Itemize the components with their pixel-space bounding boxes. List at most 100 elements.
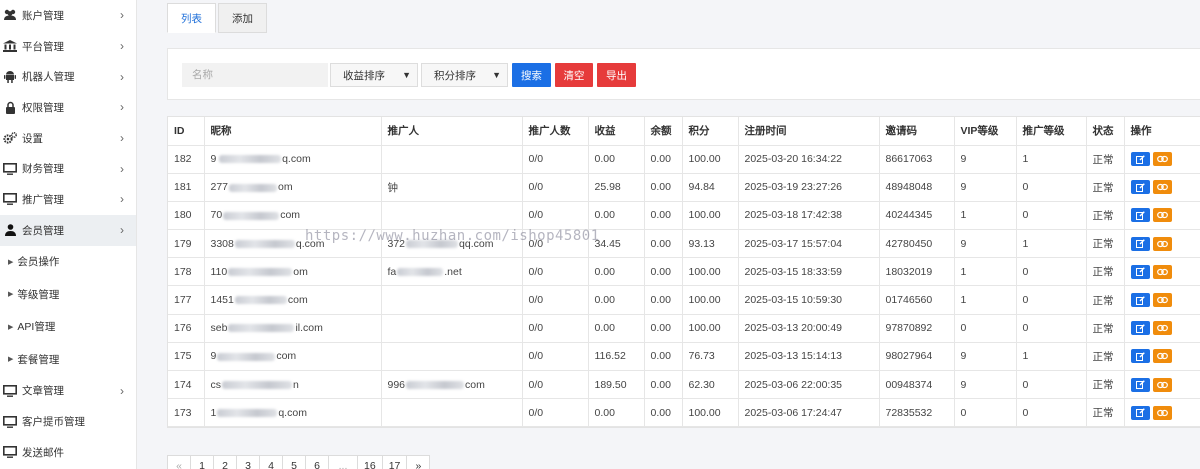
sidebar-item[interactable]: 权限管理 › xyxy=(0,92,136,123)
edit-button[interactable] xyxy=(1130,405,1150,420)
page-button[interactable]: 17 xyxy=(381,455,408,469)
edit-button[interactable] xyxy=(1130,236,1150,251)
link-button[interactable] xyxy=(1152,208,1172,223)
sidebar-item[interactable]: 财务管理 › xyxy=(0,153,136,184)
export-button[interactable]: 导出 xyxy=(597,63,636,87)
redacted-blur xyxy=(234,239,295,248)
edit-button[interactable] xyxy=(1130,152,1150,167)
link-button[interactable] xyxy=(1152,321,1172,336)
vip-level-cell: 1 xyxy=(953,257,1017,287)
edit-icon xyxy=(1135,239,1145,249)
nickname-cell: 9 q.com xyxy=(203,144,382,174)
edit-button[interactable] xyxy=(1130,208,1150,223)
sidebar-item[interactable]: 推广管理 › xyxy=(0,184,136,215)
edit-icon xyxy=(1135,182,1145,192)
balance-cell: 0.00 xyxy=(643,369,683,400)
link-button[interactable] xyxy=(1152,180,1172,195)
clear-button[interactable]: 清空 xyxy=(555,63,593,87)
link-button[interactable] xyxy=(1152,377,1172,392)
register-time-cell: 2025-03-15 18:33:59 xyxy=(737,257,880,287)
points-sort-select[interactable]: 积分排序 ▼ xyxy=(421,63,508,87)
nickname-prefix: 1451 xyxy=(210,294,234,307)
edit-button[interactable] xyxy=(1130,264,1150,279)
tab-list[interactable]: 列表 xyxy=(167,3,216,33)
invite-code-cell: 97870892 xyxy=(878,313,955,343)
actions-cell xyxy=(1123,285,1200,315)
income-cell: 116.52 xyxy=(587,341,645,372)
income-sort-label: 收益排序 xyxy=(343,69,385,82)
edit-icon xyxy=(1135,380,1145,390)
page-button[interactable]: ... xyxy=(328,455,358,469)
referrer-prefix: fa xyxy=(387,265,397,278)
sidebar-item-label: 账户管理 xyxy=(22,9,64,22)
points-cell: 100.00 xyxy=(681,257,739,287)
sidebar-sub-item[interactable]: ▶ 套餐管理 xyxy=(0,343,136,376)
invite-code-cell: 48948048 xyxy=(878,172,955,202)
sidebar-item[interactable]: 设置 › xyxy=(0,123,136,154)
points-cell: 100.00 xyxy=(681,200,739,231)
tab-add[interactable]: 添加 xyxy=(218,3,267,33)
actions-cell xyxy=(1123,172,1200,202)
sidebar-item[interactable]: 发送邮件 xyxy=(0,437,136,468)
link-button[interactable] xyxy=(1152,405,1172,420)
page-button[interactable]: 1 xyxy=(190,455,214,469)
actions-cell xyxy=(1123,369,1200,400)
id-cell: 173 xyxy=(168,398,205,428)
bank-icon xyxy=(3,39,17,53)
page-button[interactable]: 2 xyxy=(213,455,237,469)
vip-level-cell: 1 xyxy=(953,200,1017,231)
income-sort-select[interactable]: 收益排序 ▼ xyxy=(330,63,418,87)
link-button[interactable] xyxy=(1152,152,1172,167)
edit-button[interactable] xyxy=(1130,349,1150,364)
link-icon xyxy=(1156,184,1168,191)
sidebar-item[interactable]: 客户提币管理 xyxy=(0,406,136,437)
edit-button[interactable] xyxy=(1130,180,1150,195)
sidebar-item[interactable]: 文章管理 › xyxy=(0,376,136,407)
sidebar-sub-item-label: API管理 xyxy=(17,321,56,334)
nickname-prefix: 9 xyxy=(210,153,219,166)
chevron-right-icon: › xyxy=(120,8,124,23)
name-search-input[interactable] xyxy=(182,63,328,87)
referrer-suffix: com xyxy=(465,378,485,391)
page-button[interactable]: 5 xyxy=(282,455,306,469)
next-page-button[interactable]: » xyxy=(406,455,431,469)
sidebar-sub-item[interactable]: ▶ API管理 xyxy=(0,311,136,344)
sidebar-item[interactable]: 机器人管理 › xyxy=(0,61,136,92)
register-time-cell: 2025-03-13 20:00:49 xyxy=(737,313,880,343)
search-button[interactable]: 搜索 xyxy=(512,63,551,87)
income-cell: 25.98 xyxy=(587,172,645,202)
edit-button[interactable] xyxy=(1130,321,1150,336)
sidebar-item[interactable]: 平台管理 › xyxy=(0,31,136,62)
invite-code-cell: 18032019 xyxy=(878,257,955,287)
link-button[interactable] xyxy=(1152,236,1172,251)
referrer-suffix: .net xyxy=(444,265,462,278)
invite-code-cell: 40244345 xyxy=(878,200,955,231)
status-cell: 正常 xyxy=(1085,285,1125,315)
sidebar-item[interactable]: 会员管理 › xyxy=(0,214,136,246)
link-button[interactable] xyxy=(1152,349,1172,364)
redacted-blur xyxy=(229,183,278,192)
sidebar-sub-item[interactable]: ▶ 会员操作 xyxy=(0,246,136,279)
nickname-prefix: cs xyxy=(210,378,222,391)
sidebar-item[interactable]: 账户管理 › xyxy=(0,0,136,31)
page-button[interactable]: 16 xyxy=(357,455,383,469)
sidebar-item-label: 权限管理 xyxy=(22,101,64,114)
vip-level-cell: 9 xyxy=(953,369,1017,400)
sidebar-item-label: 发送邮件 xyxy=(22,446,64,459)
page-button[interactable]: 3 xyxy=(236,455,260,469)
link-button[interactable] xyxy=(1152,293,1172,308)
vip-level-cell: 0 xyxy=(953,313,1017,343)
edit-button[interactable] xyxy=(1130,377,1150,392)
points-cell: 100.00 xyxy=(681,398,739,428)
edit-button[interactable] xyxy=(1130,293,1150,308)
tab-bar: 列表 添加 xyxy=(167,3,267,33)
income-cell: 189.50 xyxy=(587,369,645,400)
page-button[interactable]: 4 xyxy=(259,455,283,469)
referrer-suffix: qq.com xyxy=(459,237,494,250)
link-button[interactable] xyxy=(1152,264,1172,279)
points-sort-label: 积分排序 xyxy=(434,69,476,82)
points-cell: 94.84 xyxy=(681,172,739,202)
prev-page-button[interactable]: « xyxy=(167,455,191,469)
page-button[interactable]: 6 xyxy=(305,455,329,469)
sidebar-sub-item[interactable]: ▶ 等级管理 xyxy=(0,278,136,311)
